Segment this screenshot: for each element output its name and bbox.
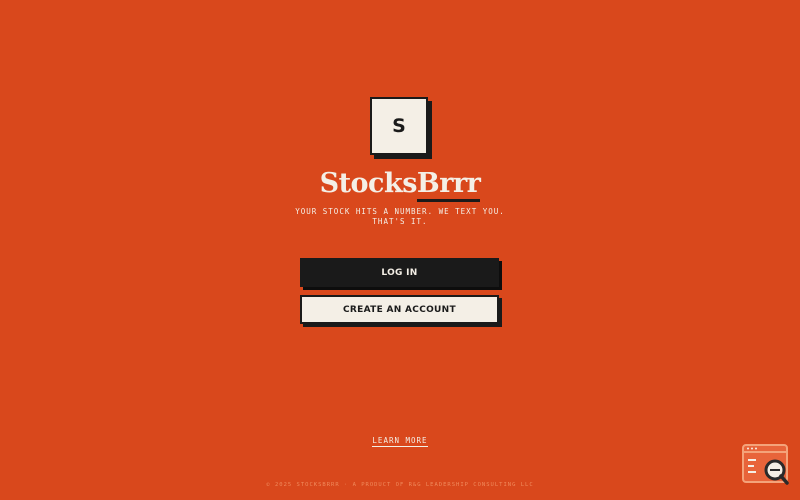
create-account-button[interactable]: CREATE AN ACCOUNT [300,295,499,324]
logo-icon: S [370,97,428,155]
browser-search-icon[interactable] [742,444,790,486]
learn-more-link-wrapper: LEARN MORE [0,436,800,447]
logo-letter: S [392,115,406,137]
login-button[interactable]: LOG IN [300,258,499,287]
footer-text: © 2025 STOCKSBRRR · A PRODUCT OF R&G LEA… [266,482,534,488]
learn-more-link[interactable]: LEARN MORE [372,436,428,447]
brand-name-part2: Brrr [416,168,481,202]
brand-name-part1: Stocks [319,168,418,199]
brand-title: StocksBrrr [0,166,800,202]
tagline: YOUR STOCK HITS A NUMBER. WE TEXT YOU. T… [295,207,505,226]
